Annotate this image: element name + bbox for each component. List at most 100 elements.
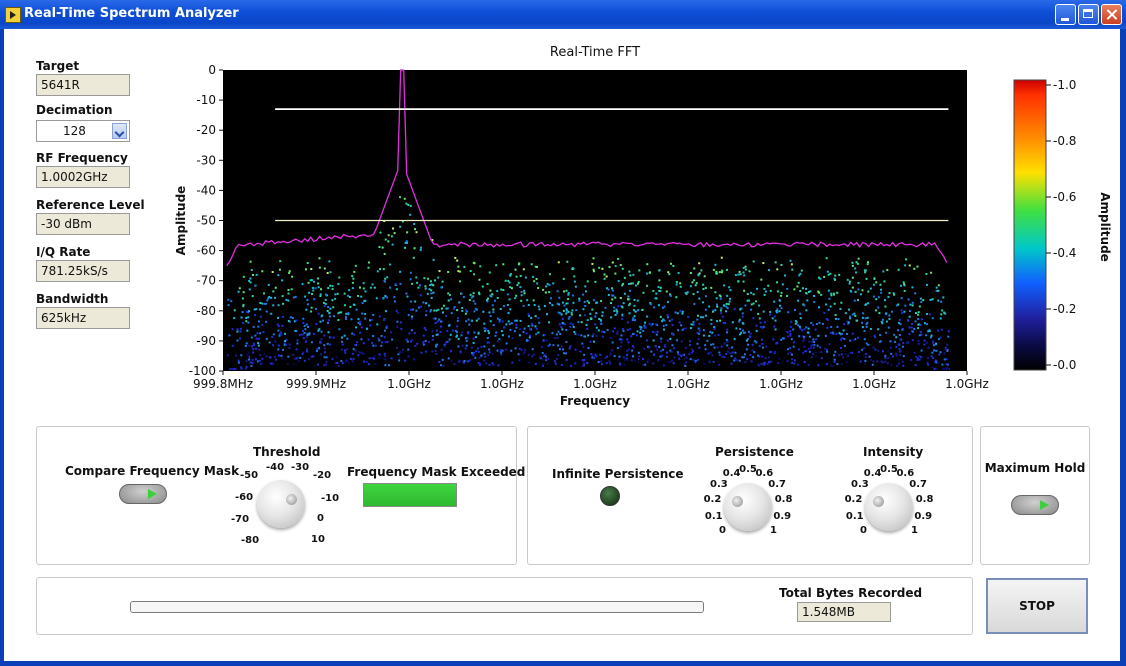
noise-point — [406, 231, 409, 234]
noise-point — [651, 330, 654, 333]
noise-point — [810, 321, 813, 324]
noise-point — [839, 308, 842, 311]
noise-point — [283, 342, 286, 345]
infinite-persistence-led[interactable] — [600, 486, 620, 506]
noise-point — [947, 335, 950, 338]
noise-point — [885, 312, 888, 315]
noise-point — [515, 326, 518, 329]
noise-point — [826, 350, 829, 353]
noise-point — [435, 329, 438, 332]
noise-point — [472, 261, 475, 264]
noise-point — [439, 364, 442, 367]
noise-point — [344, 317, 347, 320]
noise-point — [477, 317, 480, 320]
stop-button[interactable]: STOP — [986, 578, 1088, 634]
persistence-knob[interactable] — [724, 483, 772, 531]
noise-point — [568, 315, 571, 318]
noise-point — [326, 272, 329, 275]
noise-point — [767, 284, 770, 287]
noise-point — [806, 331, 809, 334]
close-button[interactable] — [1101, 4, 1122, 25]
fft-graph[interactable]: Real-Time FFT0-10-20-30-40-50-60-70-80-9… — [164, 39, 994, 419]
noise-point — [728, 347, 731, 350]
noise-point — [587, 334, 590, 337]
intensity-knob[interactable] — [865, 483, 913, 531]
noise-point — [288, 270, 291, 273]
noise-point — [234, 367, 237, 370]
noise-point — [376, 323, 379, 326]
noise-point — [492, 344, 495, 347]
noise-point — [834, 314, 837, 317]
noise-point — [557, 344, 560, 347]
noise-point — [619, 345, 622, 348]
noise-point — [381, 246, 384, 249]
noise-point — [848, 315, 851, 318]
noise-point — [383, 336, 386, 339]
noise-point — [805, 292, 808, 295]
maximize-button[interactable] — [1078, 4, 1099, 25]
noise-point — [338, 328, 341, 331]
noise-point — [611, 287, 614, 290]
noise-point — [617, 358, 620, 361]
noise-point — [374, 344, 377, 347]
noise-point — [420, 305, 423, 308]
noise-point — [627, 282, 630, 285]
noise-point — [582, 360, 585, 363]
noise-point — [509, 274, 512, 277]
noise-point — [400, 327, 403, 330]
noise-point — [914, 312, 917, 315]
noise-point — [648, 322, 651, 325]
noise-point — [480, 345, 483, 348]
noise-point — [379, 268, 382, 271]
chevron-down-icon[interactable] — [112, 123, 127, 139]
noise-point — [253, 314, 256, 317]
noise-point — [590, 317, 593, 320]
noise-point — [423, 277, 426, 280]
title-bar[interactable]: Real-Time Spectrum Analyzer — [0, 0, 1126, 29]
noise-point — [725, 268, 728, 271]
noise-point — [601, 330, 604, 333]
noise-point — [895, 345, 898, 348]
noise-point — [446, 330, 449, 333]
noise-point — [929, 298, 932, 301]
noise-point — [649, 303, 652, 306]
noise-point — [609, 354, 612, 357]
noise-point — [242, 303, 245, 306]
noise-point — [472, 295, 475, 298]
noise-point — [660, 340, 663, 343]
noise-point — [735, 327, 738, 330]
noise-point — [601, 335, 604, 338]
maximum-hold-toggle[interactable] — [1011, 495, 1059, 515]
noise-point — [690, 348, 693, 351]
noise-point — [496, 349, 499, 352]
noise-point — [636, 282, 639, 285]
noise-point — [818, 306, 821, 309]
compare-mask-toggle[interactable] — [119, 484, 167, 504]
noise-point — [480, 354, 483, 357]
rf-frequency-control[interactable]: 1.0002GHz — [36, 166, 130, 188]
noise-point — [813, 340, 816, 343]
noise-point — [621, 338, 624, 341]
noise-point — [608, 265, 611, 268]
noise-point — [247, 358, 250, 361]
threshold-knob[interactable] — [257, 480, 305, 528]
x-tick-label: 1.0GHz — [573, 377, 617, 391]
intensity-tick-label: 0.2 — [844, 494, 863, 506]
noise-point — [654, 345, 657, 348]
noise-point — [789, 332, 792, 335]
noise-point — [306, 303, 309, 306]
noise-point — [730, 362, 733, 365]
noise-point — [430, 292, 433, 295]
noise-point — [396, 320, 399, 323]
noise-point — [667, 271, 670, 274]
noise-point — [724, 322, 727, 325]
noise-point — [399, 225, 402, 228]
decimation-dropdown[interactable]: 128 — [36, 120, 130, 142]
reference-level-control[interactable]: -30 dBm — [36, 213, 130, 235]
noise-point — [913, 327, 916, 330]
noise-point — [795, 321, 798, 324]
noise-point — [927, 346, 930, 349]
noise-point — [303, 324, 306, 327]
minimize-button[interactable] — [1055, 4, 1076, 25]
noise-point — [931, 298, 934, 301]
